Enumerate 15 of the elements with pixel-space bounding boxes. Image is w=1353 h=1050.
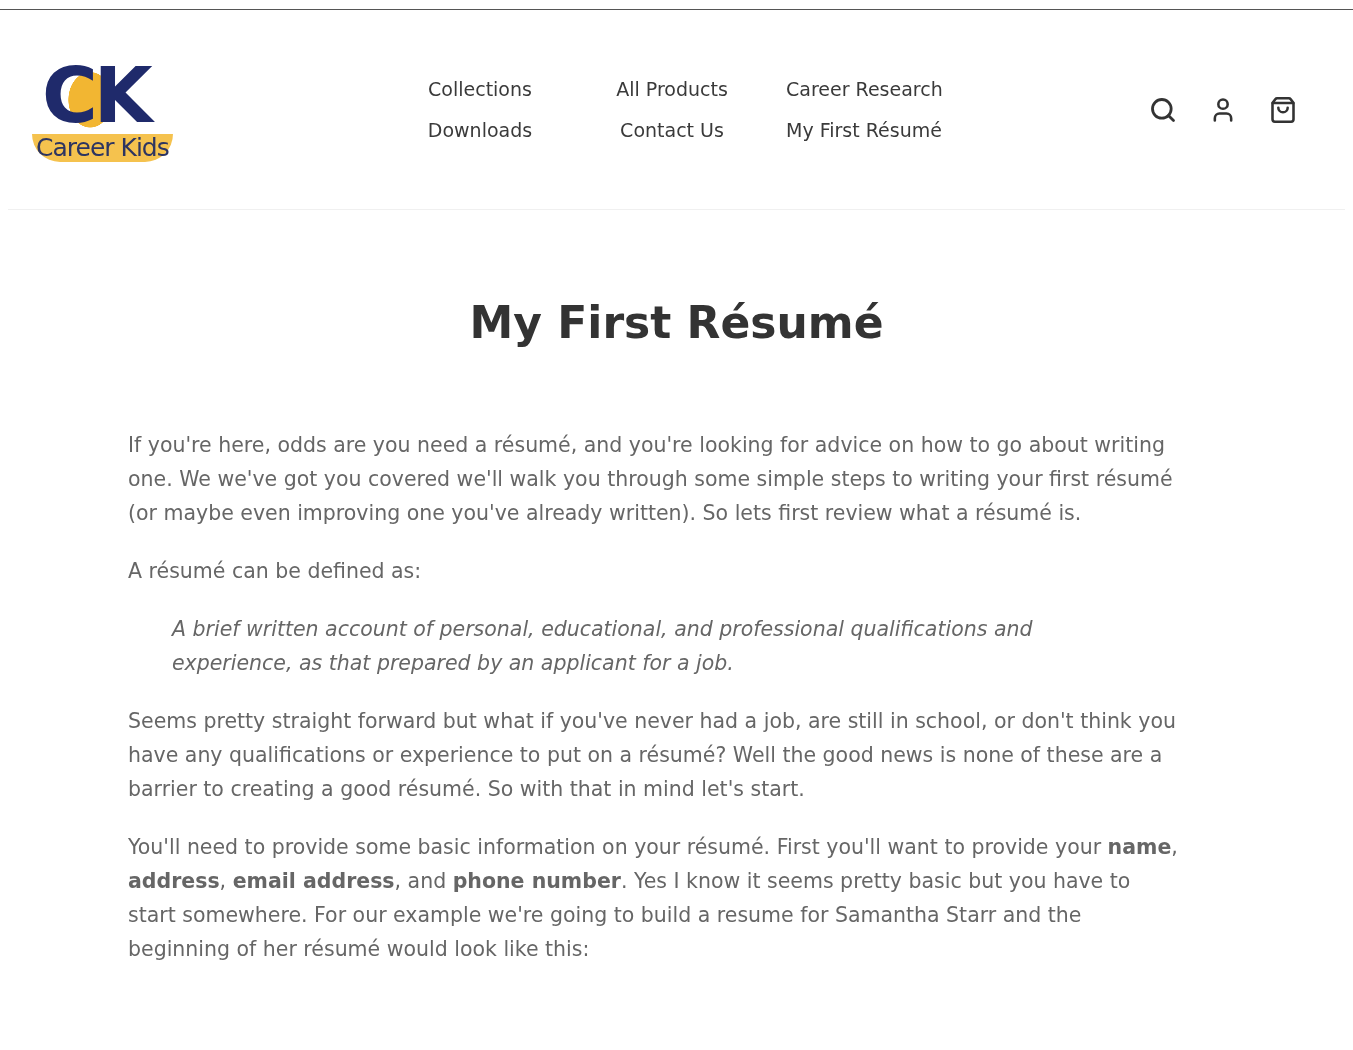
page-title: My First Résumé	[468, 296, 885, 350]
search-icon[interactable]	[1149, 95, 1177, 124]
nav-link[interactable]: Contact Us	[594, 115, 750, 144]
shopping-bag-icon[interactable]	[1269, 95, 1297, 124]
logo-name: Career Kids	[32, 133, 173, 162]
paragraph: If you're here, odds are you need a résumé, and you're looking for advice on how to go about writing one. We we've got you covered we'll walk you through some simple steps to writing your first résumé (or maybe even improving one you've already written). So lets first review what a résumé is.	[128, 432, 1174, 527]
definition-quote: A brief written account of personal, educational, and professional qualifications and experience, as that prepared by an applicant for a job.	[170, 616, 1034, 677]
nav-link[interactable]: Downloads	[402, 115, 558, 144]
nav-link[interactable]: Career Research	[786, 75, 942, 104]
paragraph: Seems pretty straight forward but what if you've never had a job, are still in school, or don't think you have any qualifications or experience to put on a résumé? Well the good news is none of these are a barrier to creating a good résumé. So with that in mind let's start.	[128, 708, 1177, 803]
nav-link[interactable]: All Products	[594, 75, 750, 104]
paragraph: You'll need to provide some basic information on your résumé. First you'll want to provide your name, address, email address, and phone number. Yes I know it seems pretty basic but you have to start somewhere. For our example we're going to build a resume for Samantha Starr and the beginning of her résumé would look like this:	[128, 834, 1178, 963]
nav-link[interactable]: My First Résumé	[786, 115, 942, 144]
paragraph: A résumé can be defined as:	[128, 558, 423, 585]
nav-link[interactable]: Collections	[402, 75, 558, 104]
